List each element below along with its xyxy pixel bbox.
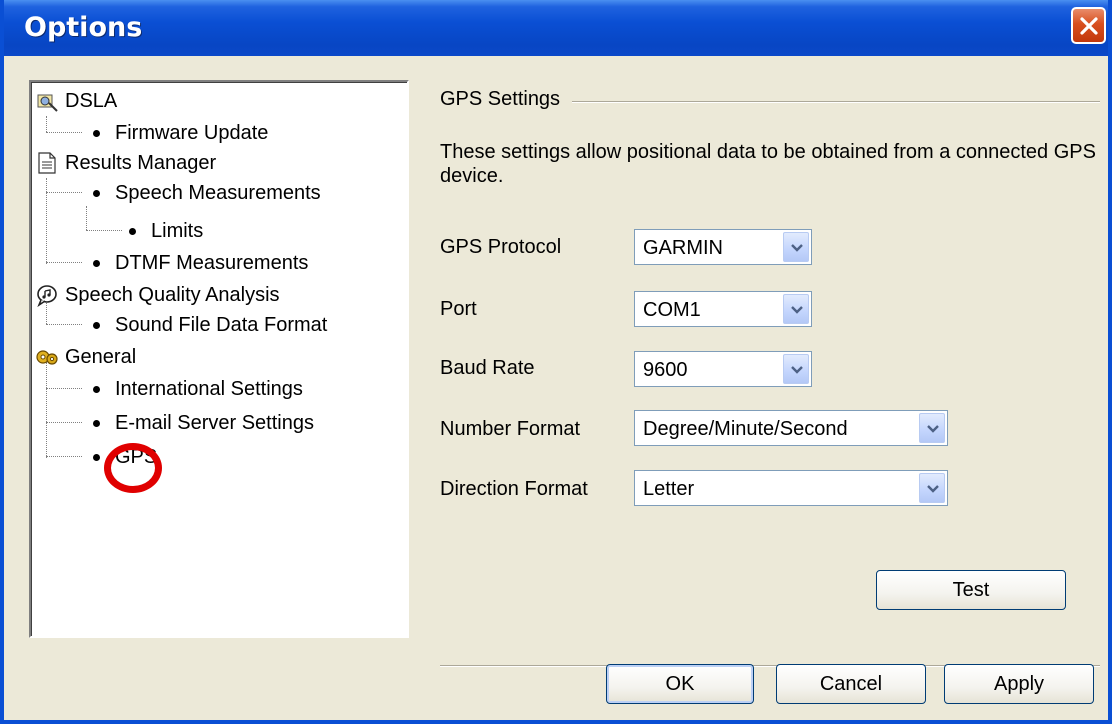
ok-button[interactable]: OK [606, 664, 754, 704]
select-value: COM1 [643, 299, 701, 321]
cancel-button[interactable]: Cancel [776, 664, 926, 704]
options-dialog: Options DSLA Firmware Update Results Man… [0, 0, 1112, 724]
test-button[interactable]: Test [876, 570, 1066, 610]
tree-connector [46, 456, 82, 457]
select-value: GARMIN [643, 237, 723, 259]
bullet-icon [93, 260, 100, 267]
gps-protocol-label: GPS Protocol [440, 236, 562, 258]
number-format-label: Number Format [440, 418, 581, 440]
tree-item-label: Firmware Update [115, 122, 269, 144]
chevron-down-icon [791, 366, 803, 374]
apply-button[interactable]: Apply [944, 664, 1094, 704]
direction-format-label: Direction Format [440, 478, 588, 500]
tree-connector [46, 192, 82, 193]
bullet-icon [93, 420, 100, 427]
tree-item-label: Speech Quality Analysis [65, 284, 280, 306]
options-tree[interactable]: DSLA Firmware Update Results Manager Spe… [29, 80, 409, 638]
dropdown-button[interactable] [919, 473, 945, 503]
bullet-icon [129, 228, 136, 235]
chevron-down-icon [927, 425, 939, 433]
tree-connector [46, 116, 47, 132]
tree-item-label: Speech Measurements [115, 182, 321, 204]
tree-connector [46, 178, 47, 264]
select-value: Letter [643, 478, 695, 500]
close-button[interactable] [1071, 7, 1106, 44]
tree-item-label: Limits [151, 220, 204, 242]
tree-connector [46, 262, 82, 263]
bullet-icon [93, 454, 100, 461]
dsla-icon [37, 94, 58, 112]
tree-item-label: DTMF Measurements [115, 252, 309, 274]
window-title: Options [24, 12, 143, 43]
select-value: 9600 [643, 359, 688, 381]
dropdown-button[interactable] [919, 413, 945, 443]
tree-item-label: International Settings [115, 378, 303, 400]
tree-item-label: Sound File Data Format [115, 314, 328, 336]
speech-icon [37, 285, 57, 307]
port-label: Port [440, 298, 477, 320]
bullet-icon [93, 190, 100, 197]
number-format-select[interactable]: Degree/Minute/Second [634, 410, 948, 446]
baud-rate-label: Baud Rate [440, 357, 535, 379]
tree-connector [46, 362, 47, 458]
tree-connector [46, 324, 82, 325]
bullet-icon [93, 386, 100, 393]
tree-item-label: General [65, 346, 137, 368]
bullet-icon [93, 130, 100, 137]
bullet-icon [93, 322, 100, 329]
close-icon [1080, 17, 1098, 35]
port-select[interactable]: COM1 [634, 291, 812, 327]
dropdown-button[interactable] [783, 354, 809, 384]
tree-connector [46, 422, 82, 423]
chevron-down-icon [791, 244, 803, 252]
direction-format-select[interactable]: Letter [634, 470, 948, 506]
dropdown-button[interactable] [783, 232, 809, 262]
tree-connector [46, 388, 82, 389]
dropdown-button[interactable] [783, 294, 809, 324]
tree-item-label: E-mail Server Settings [115, 412, 314, 434]
title-bar[interactable]: Options [4, 0, 1108, 56]
gps-protocol-select[interactable]: GARMIN [634, 229, 812, 265]
tree-item-label: DSLA [65, 90, 118, 112]
highlight-circle [104, 443, 162, 493]
chevron-down-icon [791, 306, 803, 314]
tree-connector [46, 132, 82, 133]
gps-description: These settings allow positional data to … [440, 141, 1096, 187]
group-title: GPS Settings [440, 88, 561, 110]
group-divider [572, 101, 1100, 103]
gears-icon [36, 350, 58, 365]
chevron-down-icon [927, 485, 939, 493]
baud-rate-select[interactable]: 9600 [634, 351, 812, 387]
tree-connector [86, 230, 122, 231]
tree-connector [86, 206, 87, 230]
document-icon [38, 152, 56, 174]
tree-item-label: Results Manager [65, 152, 217, 174]
select-value: Degree/Minute/Second [643, 418, 848, 440]
